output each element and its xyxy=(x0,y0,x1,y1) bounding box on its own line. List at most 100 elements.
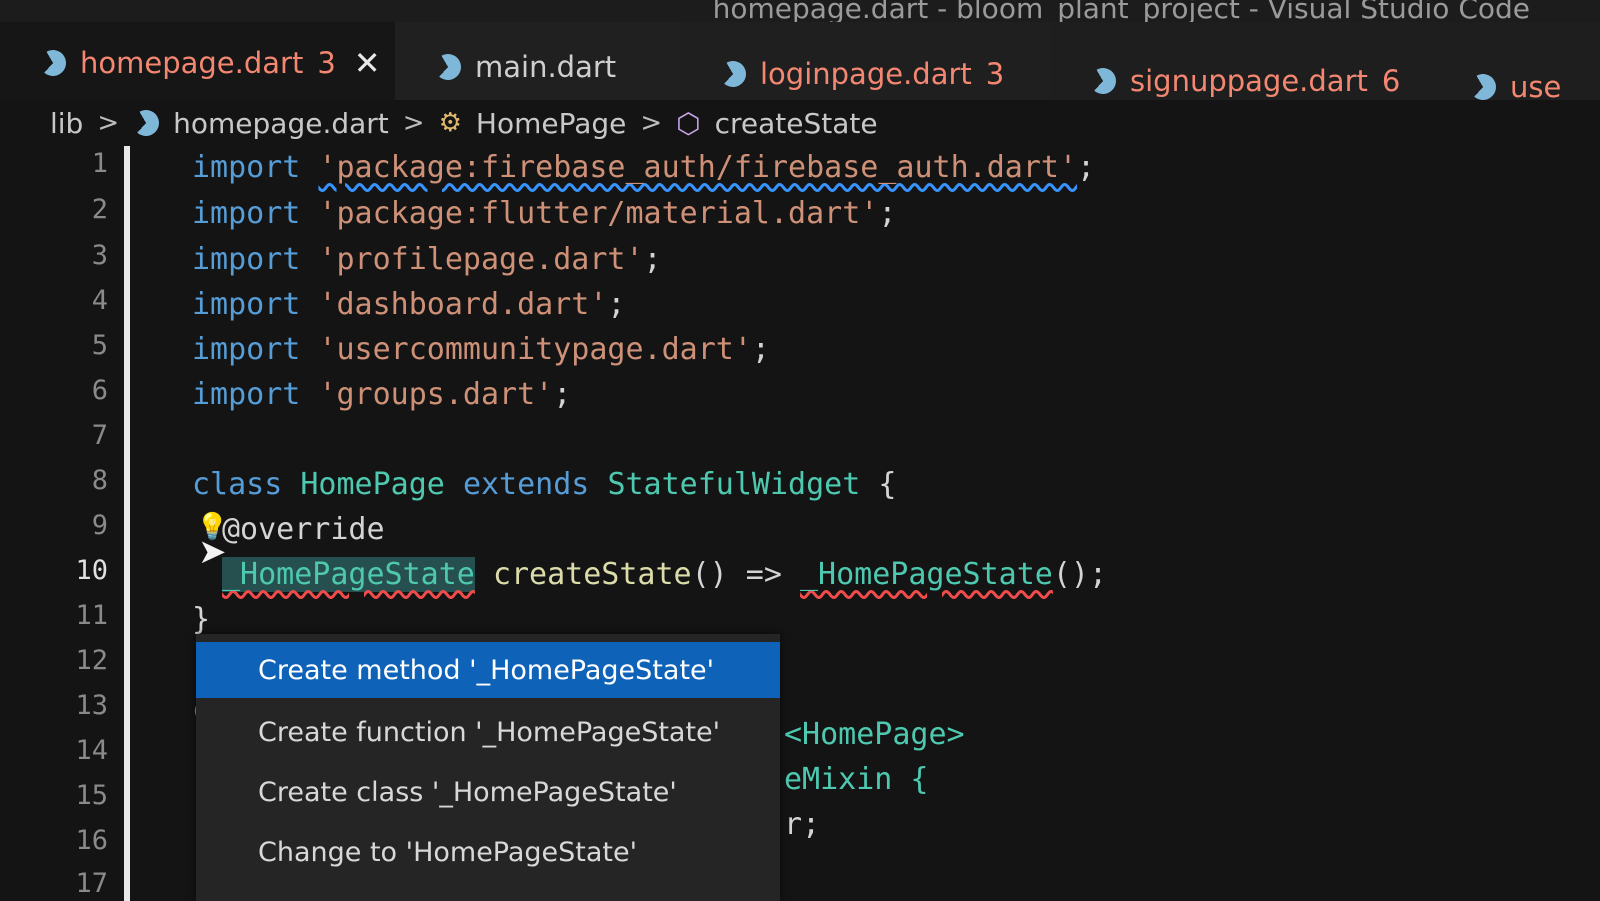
tab-bar: homepage.dart 3 ✕ main.dart loginpage.da… xyxy=(0,22,1600,105)
quickfix-create-function[interactable]: Create function '_HomePageState' xyxy=(196,704,780,760)
problem-count: 3 xyxy=(985,57,1005,91)
tab-label: use xyxy=(1510,70,1562,104)
line-number: 4 xyxy=(91,285,108,316)
method-name: createState xyxy=(492,557,692,592)
dart-icon xyxy=(35,45,71,81)
keyword: import xyxy=(192,150,301,185)
code-line-2[interactable]: import 'package:flutter/material.dart'; xyxy=(192,196,896,240)
punctuation: ; xyxy=(643,242,662,277)
code-line-10[interactable]: _HomePageState createState() => _HomePag… xyxy=(222,557,1107,601)
line-number: 11 xyxy=(75,600,108,631)
close-icon[interactable]: ✕ xyxy=(354,44,381,82)
base-class: StatefulWidget xyxy=(607,467,861,502)
string-literal: 'dashboard.dart' xyxy=(318,287,608,322)
code-fragment: r; xyxy=(784,807,821,842)
line-number: 14 xyxy=(75,735,108,766)
string-literal: 'groups.dart' xyxy=(318,377,554,412)
tab-label: homepage.dart xyxy=(80,46,304,80)
punctuation: ; xyxy=(607,287,626,322)
dart-icon xyxy=(715,56,751,92)
annotation: @override xyxy=(222,512,385,547)
class-name: HomePage xyxy=(300,467,445,502)
keyword: import xyxy=(192,196,301,231)
line-number: 15 xyxy=(75,780,108,811)
keyword: import xyxy=(192,377,301,412)
keyword: import xyxy=(192,287,301,322)
punctuation: (); xyxy=(1052,557,1108,592)
keyword: import xyxy=(192,242,301,277)
code-line-6[interactable]: import 'groups.dart'; xyxy=(192,377,571,421)
string-literal: 'package:firebase_auth/firebase_auth.dar… xyxy=(318,150,1078,185)
method-cube-icon: ⬡ xyxy=(676,106,701,140)
string-literal: 'package:flutter/material.dart' xyxy=(318,196,879,231)
code-line-9[interactable]: @override xyxy=(222,512,385,556)
keyword: extends xyxy=(462,467,590,502)
string-literal: 'usercommunitypage.dart' xyxy=(318,332,752,367)
generic-type: <HomePage> xyxy=(784,717,965,752)
tab-label: signuppage.dart xyxy=(1130,64,1368,98)
breadcrumb-file[interactable]: homepage.dart xyxy=(173,107,389,140)
chevron-right-icon: > xyxy=(97,108,120,138)
breadcrumb: lib > homepage.dart > ⚙ HomePage > ⬡ cre… xyxy=(0,100,1600,146)
quick-fix-menu: Create method '_HomePageState' Create fu… xyxy=(196,634,780,901)
line-number: 1 xyxy=(91,148,108,179)
class-icon: ⚙ xyxy=(438,108,462,138)
constructor-call: _HomePageState xyxy=(800,557,1053,592)
punctuation: { xyxy=(878,467,897,502)
dart-icon xyxy=(1085,63,1121,99)
breadcrumb-class[interactable]: HomePage xyxy=(476,107,626,140)
tab-loginpage[interactable]: loginpage.dart 3 xyxy=(680,22,1050,100)
punctuation: ; xyxy=(553,377,572,412)
punctuation: ; xyxy=(1077,150,1096,185)
code-line-14-tail[interactable]: eMixin { xyxy=(784,762,929,806)
code-line-3[interactable]: import 'profilepage.dart'; xyxy=(192,242,662,286)
code-line-5[interactable]: import 'usercommunitypage.dart'; xyxy=(192,332,770,376)
quickfix-change-to[interactable]: Change to 'HomePageState' xyxy=(196,824,780,880)
string-literal: 'profilepage.dart' xyxy=(318,242,644,277)
dart-icon xyxy=(430,49,466,85)
return-type: _HomePageState xyxy=(222,557,475,592)
keyword: class xyxy=(192,467,283,502)
tab-label: main.dart xyxy=(475,50,617,84)
gutter-rule xyxy=(124,146,130,901)
line-number: 5 xyxy=(91,330,108,361)
line-number: 13 xyxy=(75,690,108,721)
tab-main[interactable]: main.dart xyxy=(395,22,680,100)
line-number: 6 xyxy=(91,375,108,406)
dart-icon xyxy=(128,105,164,141)
breadcrumb-method[interactable]: createState xyxy=(715,107,878,140)
line-number-gutter: 1 2 3 4 5 6 7 8 9 10 11 12 13 14 15 16 1… xyxy=(0,146,118,901)
chevron-right-icon: > xyxy=(402,108,425,138)
line-number: 16 xyxy=(75,825,108,856)
mouse-cursor-icon: ➤ xyxy=(198,532,227,572)
tab-homepage[interactable]: homepage.dart 3 ✕ xyxy=(0,22,395,100)
punctuation: ; xyxy=(878,196,897,231)
tab-label: loginpage.dart xyxy=(760,57,972,91)
line-number: 7 xyxy=(91,420,108,451)
punctuation: ; xyxy=(751,332,770,367)
code-line-1[interactable]: import 'package:firebase_auth/firebase_a… xyxy=(192,150,1095,194)
line-number: 9 xyxy=(91,510,108,541)
tab-use[interactable]: use xyxy=(1430,22,1600,105)
keyword: import xyxy=(192,332,301,367)
code-line-4[interactable]: import 'dashboard.dart'; xyxy=(192,287,625,331)
line-number: 12 xyxy=(75,645,108,676)
code-line-15-tail[interactable]: r; xyxy=(784,807,820,851)
line-number: 10 xyxy=(75,555,108,586)
punctuation: () => xyxy=(691,557,782,592)
code-line-8[interactable]: class HomePage extends StatefulWidget { xyxy=(192,467,896,511)
quickfix-create-class[interactable]: Create class '_HomePageState' xyxy=(196,764,780,820)
problem-count: 3 xyxy=(317,46,336,80)
line-number: 2 xyxy=(91,194,108,225)
breadcrumb-folder[interactable]: lib xyxy=(50,107,83,140)
line-number: 17 xyxy=(75,868,108,899)
chevron-right-icon: > xyxy=(640,108,663,138)
problem-count: 6 xyxy=(1381,64,1401,98)
mixin-fragment: eMixin { xyxy=(784,762,929,797)
tab-signuppage[interactable]: signuppage.dart 6 xyxy=(1050,22,1430,100)
punctuation: } xyxy=(192,602,211,637)
quickfix-create-method[interactable]: Create method '_HomePageState' xyxy=(196,642,780,698)
line-number: 8 xyxy=(91,465,108,496)
line-number: 3 xyxy=(91,240,108,271)
code-line-13-tail[interactable]: <HomePage> xyxy=(784,717,965,761)
